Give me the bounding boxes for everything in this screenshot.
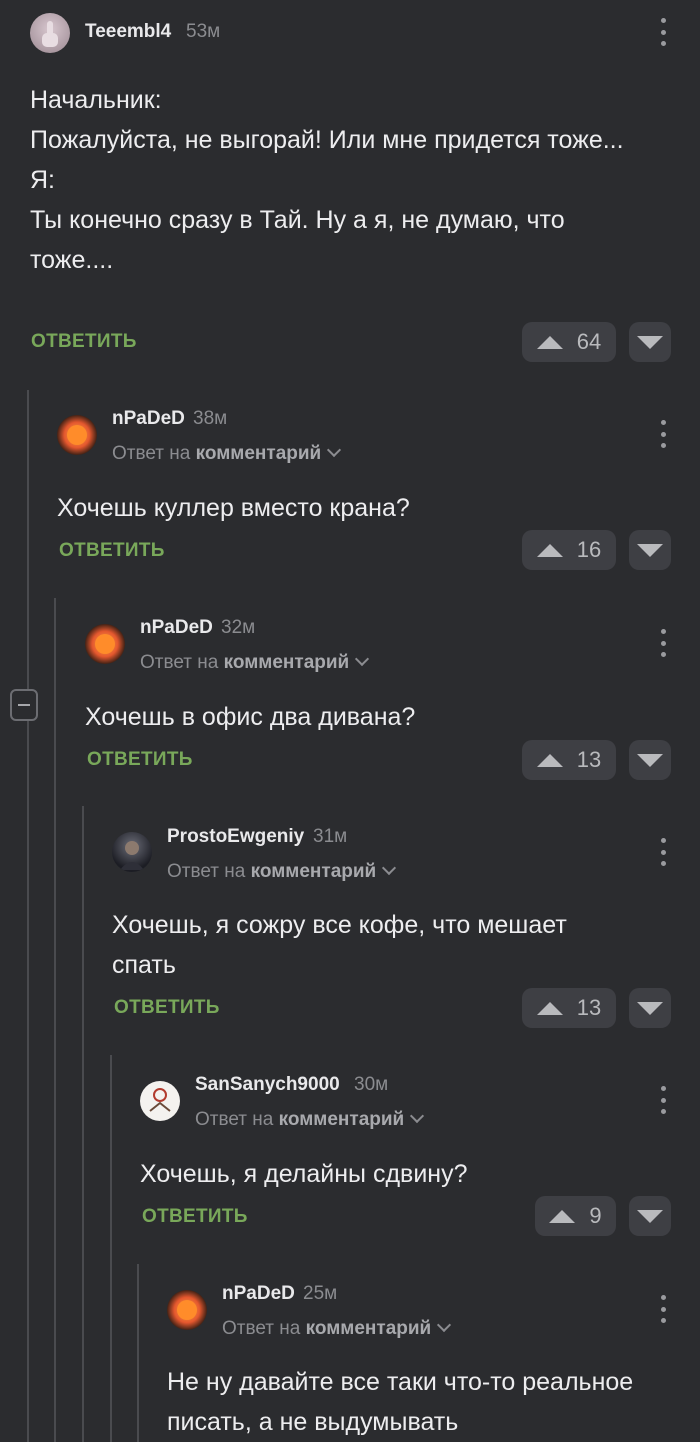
person-icon bbox=[120, 841, 144, 870]
reply-to-label: Ответ на bbox=[195, 1109, 274, 1130]
timestamp: 25м bbox=[303, 1283, 338, 1304]
user-avatar[interactable] bbox=[57, 415, 97, 455]
username[interactable]: SanSanych9000 bbox=[195, 1074, 340, 1096]
thread-line-1[interactable] bbox=[27, 390, 29, 1442]
timestamp: 32м bbox=[221, 617, 256, 638]
chevron-down-icon bbox=[382, 860, 397, 876]
arrow-up-icon bbox=[536, 753, 563, 767]
sun-icon bbox=[95, 634, 115, 654]
reply-to-link[interactable]: Ответ на комментарий bbox=[222, 1317, 452, 1340]
reply-button[interactable]: ОТВЕТИТЬ bbox=[59, 540, 165, 562]
comment-text: Хочешь куллер вместо крана? bbox=[57, 494, 410, 522]
reply-button[interactable]: ОТВЕТИТЬ bbox=[87, 749, 193, 771]
username[interactable]: nPaDeD bbox=[222, 1283, 295, 1305]
downvote-button[interactable] bbox=[629, 322, 671, 362]
thread-line-4[interactable] bbox=[110, 1055, 112, 1442]
downvote-button[interactable] bbox=[629, 1196, 671, 1236]
reply-to-label: Ответ на bbox=[140, 652, 219, 673]
reply-to-link[interactable]: Ответ на комментарий bbox=[112, 442, 342, 465]
comment-text: Начальник: Пожалуйста, не выгорай! Или м… bbox=[30, 86, 624, 274]
timestamp: 38м bbox=[193, 408, 228, 429]
upvote-button[interactable]: 16 bbox=[522, 530, 616, 570]
chevron-down-icon bbox=[355, 651, 370, 667]
more-options-icon[interactable] bbox=[660, 420, 666, 448]
arrow-down-icon bbox=[637, 1001, 663, 1015]
upvote-button[interactable]: 9 bbox=[535, 1196, 616, 1236]
comment-text: Не ну давайте все таки что-то реальное п… bbox=[167, 1368, 634, 1436]
user-avatar[interactable] bbox=[140, 1081, 180, 1121]
comment-text: Хочешь в офис два дивана? bbox=[85, 703, 416, 731]
drawing-icon bbox=[149, 1088, 171, 1112]
upvote-button[interactable]: 13 bbox=[522, 988, 616, 1028]
thread-line-3[interactable] bbox=[82, 806, 84, 1442]
reply-to-label: Ответ на bbox=[112, 443, 191, 464]
username[interactable]: nPaDeD bbox=[112, 408, 185, 430]
reply-to-label: Ответ на bbox=[222, 1318, 301, 1339]
vote-count: 64 bbox=[576, 329, 602, 354]
sun-icon bbox=[67, 425, 87, 445]
thread-line-5[interactable] bbox=[137, 1264, 139, 1442]
reply-to-label: Ответ на bbox=[167, 861, 246, 882]
upvote-button[interactable]: 64 bbox=[522, 322, 616, 362]
more-options-icon[interactable] bbox=[660, 18, 666, 46]
timestamp: 53м bbox=[186, 21, 221, 42]
reply-to-target: комментарий bbox=[305, 1318, 432, 1339]
more-options-icon[interactable] bbox=[660, 629, 666, 657]
downvote-button[interactable] bbox=[629, 740, 671, 780]
arrow-down-icon bbox=[637, 543, 663, 557]
user-avatar[interactable] bbox=[167, 1290, 207, 1330]
chevron-down-icon bbox=[410, 1108, 425, 1124]
arrow-up-icon bbox=[536, 335, 563, 349]
more-options-icon[interactable] bbox=[660, 1086, 666, 1114]
collapse-thread-button[interactable] bbox=[10, 689, 38, 721]
reply-button[interactable]: ОТВЕТИТЬ bbox=[31, 331, 137, 353]
username[interactable]: ProstoEwgeniy bbox=[167, 826, 304, 848]
timestamp: 31м bbox=[313, 826, 348, 847]
arrow-down-icon bbox=[637, 335, 663, 349]
sun-icon bbox=[177, 1300, 197, 1320]
upvote-button[interactable]: 13 bbox=[522, 740, 616, 780]
hand-icon bbox=[42, 21, 58, 47]
reply-to-target: комментарий bbox=[195, 443, 322, 464]
comment-text: Хочешь, я делайны сдвину? bbox=[140, 1160, 468, 1188]
more-options-icon[interactable] bbox=[660, 1295, 666, 1323]
thread-line-2[interactable] bbox=[54, 598, 56, 1442]
arrow-up-icon bbox=[536, 1001, 563, 1015]
vote-count: 13 bbox=[576, 747, 602, 772]
reply-to-target: комментарий bbox=[278, 1109, 405, 1130]
reply-to-link[interactable]: Ответ на комментарий bbox=[195, 1108, 425, 1131]
username[interactable]: nPaDeD bbox=[140, 617, 213, 639]
comment-text: Хочешь, я сожру все кофе, что мешает спа… bbox=[112, 911, 567, 979]
username[interactable]: Teeembl4 bbox=[85, 21, 171, 43]
reply-to-target: комментарий bbox=[250, 861, 377, 882]
more-options-icon[interactable] bbox=[660, 838, 666, 866]
vote-count: 13 bbox=[576, 995, 602, 1020]
arrow-up-icon bbox=[549, 1209, 576, 1223]
vote-count: 16 bbox=[576, 537, 602, 562]
chevron-down-icon bbox=[327, 442, 342, 458]
arrow-up-icon bbox=[536, 543, 563, 557]
reply-to-link[interactable]: Ответ на комментарий bbox=[167, 860, 397, 883]
reply-button[interactable]: ОТВЕТИТЬ bbox=[142, 1206, 248, 1228]
downvote-button[interactable] bbox=[629, 988, 671, 1028]
arrow-down-icon bbox=[637, 753, 663, 767]
reply-button[interactable]: ОТВЕТИТЬ bbox=[114, 997, 220, 1019]
user-avatar[interactable] bbox=[112, 832, 152, 872]
downvote-button[interactable] bbox=[629, 530, 671, 570]
reply-to-target: комментарий bbox=[223, 652, 350, 673]
arrow-down-icon bbox=[637, 1209, 663, 1223]
user-avatar[interactable] bbox=[30, 13, 70, 53]
timestamp: 30м bbox=[354, 1074, 389, 1095]
reply-to-link[interactable]: Ответ на комментарий bbox=[140, 651, 370, 674]
user-avatar[interactable] bbox=[85, 624, 125, 664]
chevron-down-icon bbox=[437, 1317, 452, 1333]
vote-count: 9 bbox=[589, 1203, 602, 1228]
